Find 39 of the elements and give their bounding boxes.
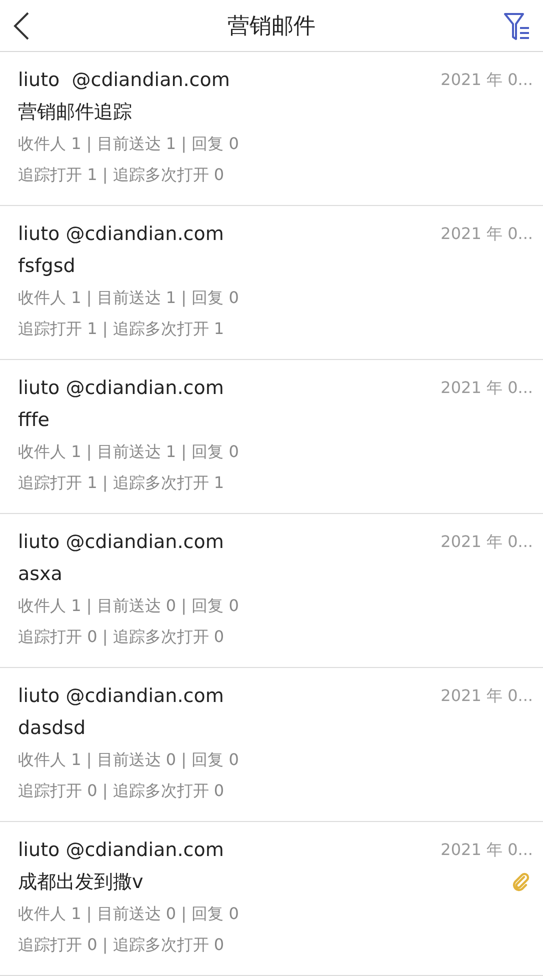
- tracking-stats: 追踪打开 0 | 追踪多次打开 0: [18, 780, 226, 802]
- email-date: 2021 年 0...: [440, 840, 533, 860]
- delivery-stats: 收件人 1 | 目前送达 0 | 回复 0: [18, 903, 240, 925]
- email-item[interactable]: liuto @cdiandian.com 2021 年 0... fsfgsd 收件人 1 | 目前送达 1 | 回复 0 追踪打开 1 | 追踪多次打开 1: [0, 206, 543, 360]
- email-item[interactable]: liuto @cdiandian.com 2021 年 0... 成都出发到撒v 收件人 1 | 目前送达 0 | 回复 0 追踪打开 0 | 追踪多次打开 0: [0, 822, 543, 976]
- delivery-stats: 收件人 1 | 目前送达 0 | 回复 0: [18, 595, 240, 617]
- email-item[interactable]: liuto @cdiandian.com 2021 年 0... 营销邮件追踪 收件人 1 | 目前送达 1 | 回复 0 追踪打开 1 | 追踪多次打开 0: [0, 52, 543, 206]
- back-icon[interactable]: [12, 10, 30, 40]
- email-date: 2021 年 0...: [440, 532, 533, 552]
- email-subject: fsfgsd: [18, 255, 76, 277]
- email-subject: 成都出发到撒v: [18, 870, 144, 895]
- email-date: 2021 年 0...: [440, 686, 533, 706]
- email-item[interactable]: liuto @cdiandian.com 2021 年 0... asxa 收件人 1 | 目前送达 0 | 回复 0 追踪打开 0 | 追踪多次打开 0: [0, 514, 543, 668]
- filter-icon[interactable]: [503, 10, 531, 40]
- delivery-stats: 收件人 1 | 目前送达 1 | 回复 0: [18, 133, 240, 155]
- delivery-stats: 收件人 1 | 目前送达 1 | 回复 0: [18, 287, 240, 309]
- email-subject: asxa: [18, 563, 62, 585]
- tracking-stats: 追踪打开 0 | 追踪多次打开 0: [18, 626, 226, 648]
- sender-address: liuto @cdiandian.com: [18, 839, 224, 861]
- email-item[interactable]: liuto @cdiandian.com 2021 年 0... dasdsd 收件人 1 | 目前送达 0 | 回复 0 追踪打开 0 | 追踪多次打开 0: [0, 668, 543, 822]
- email-date: 2021 年 0...: [440, 378, 533, 398]
- delivery-stats: 收件人 1 | 目前送达 0 | 回复 0: [18, 749, 240, 771]
- email-date: 2021 年 0...: [440, 224, 533, 244]
- tracking-stats: 追踪打开 1 | 追踪多次打开 1: [18, 472, 226, 494]
- sender-address: liuto @cdiandian.com: [18, 685, 224, 707]
- email-date: 2021 年 0...: [440, 70, 533, 90]
- sender-address: liuto @cdiandian.com: [18, 223, 224, 245]
- tracking-stats: 追踪打开 1 | 追踪多次打开 0: [18, 164, 226, 186]
- sender-address: liuto @cdiandian.com: [18, 69, 230, 91]
- tracking-stats: 追踪打开 0 | 追踪多次打开 0: [18, 934, 226, 956]
- email-subject: dasdsd: [18, 717, 86, 739]
- sender-address: liuto @cdiandian.com: [18, 531, 224, 553]
- email-subject: fffe: [18, 409, 50, 431]
- tracking-stats: 追踪打开 1 | 追踪多次打开 1: [18, 318, 226, 340]
- delivery-stats: 收件人 1 | 目前送达 1 | 回复 0: [18, 441, 240, 463]
- sender-address: liuto @cdiandian.com: [18, 377, 224, 399]
- email-item[interactable]: liuto @cdiandian.com 2021 年 0... fffe 收件人 1 | 目前送达 1 | 回复 0 追踪打开 1 | 追踪多次打开 1: [0, 360, 543, 514]
- page-title: 营销邮件: [228, 12, 316, 40]
- email-subject: 营销邮件追踪: [18, 100, 132, 125]
